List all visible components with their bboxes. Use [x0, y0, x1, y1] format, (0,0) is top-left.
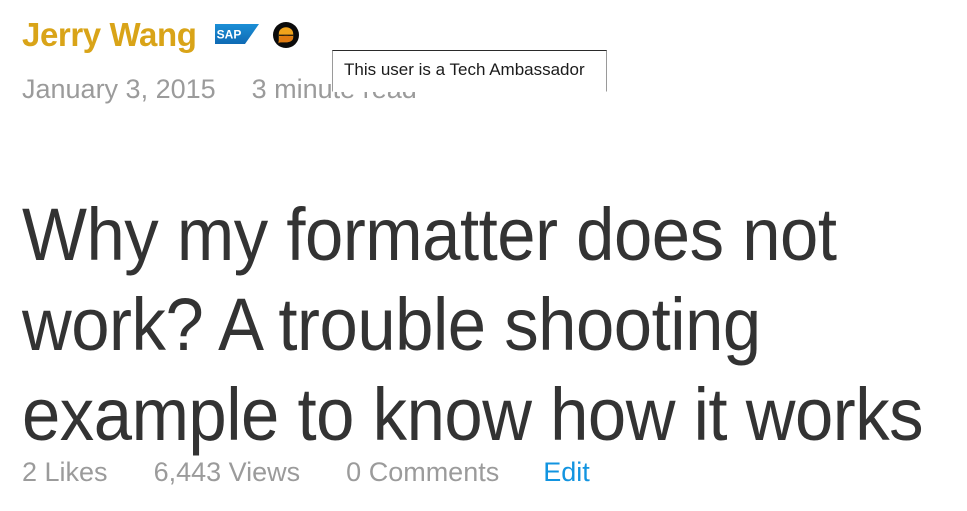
article-stats-row: 2 Likes 6,443 Views 0 Comments Edit: [22, 455, 590, 489]
publish-date: January 3, 2015: [22, 74, 216, 104]
author-name-link[interactable]: Jerry Wang: [22, 15, 197, 55]
author-badges: SAP: [214, 22, 299, 48]
page-title: Why my formatter does not work? A troubl…: [22, 190, 924, 460]
comments-count[interactable]: 0 Comments: [346, 455, 499, 489]
svg-text:SAP: SAP: [216, 28, 241, 42]
tech-ambassador-tooltip: This user is a Tech Ambassador: [332, 50, 607, 92]
article-header-page: Jerry Wang SAP January 3, 2015 3 minute …: [0, 0, 967, 511]
sap-logo-icon[interactable]: SAP: [214, 24, 259, 46]
tech-ambassador-icon[interactable]: [272, 22, 299, 48]
author-row: Jerry Wang SAP: [22, 14, 299, 56]
title-line-3: example to know how it works: [22, 372, 924, 456]
title-line-1: Why my formatter does not: [22, 192, 837, 276]
tooltip-text: This user is a Tech Ambassador: [344, 60, 585, 79]
title-line-2: work? A trouble shooting: [22, 282, 761, 366]
edit-link[interactable]: Edit: [543, 455, 590, 489]
likes-count[interactable]: 2 Likes: [22, 455, 108, 489]
views-count: 6,443 Views: [153, 457, 301, 487]
